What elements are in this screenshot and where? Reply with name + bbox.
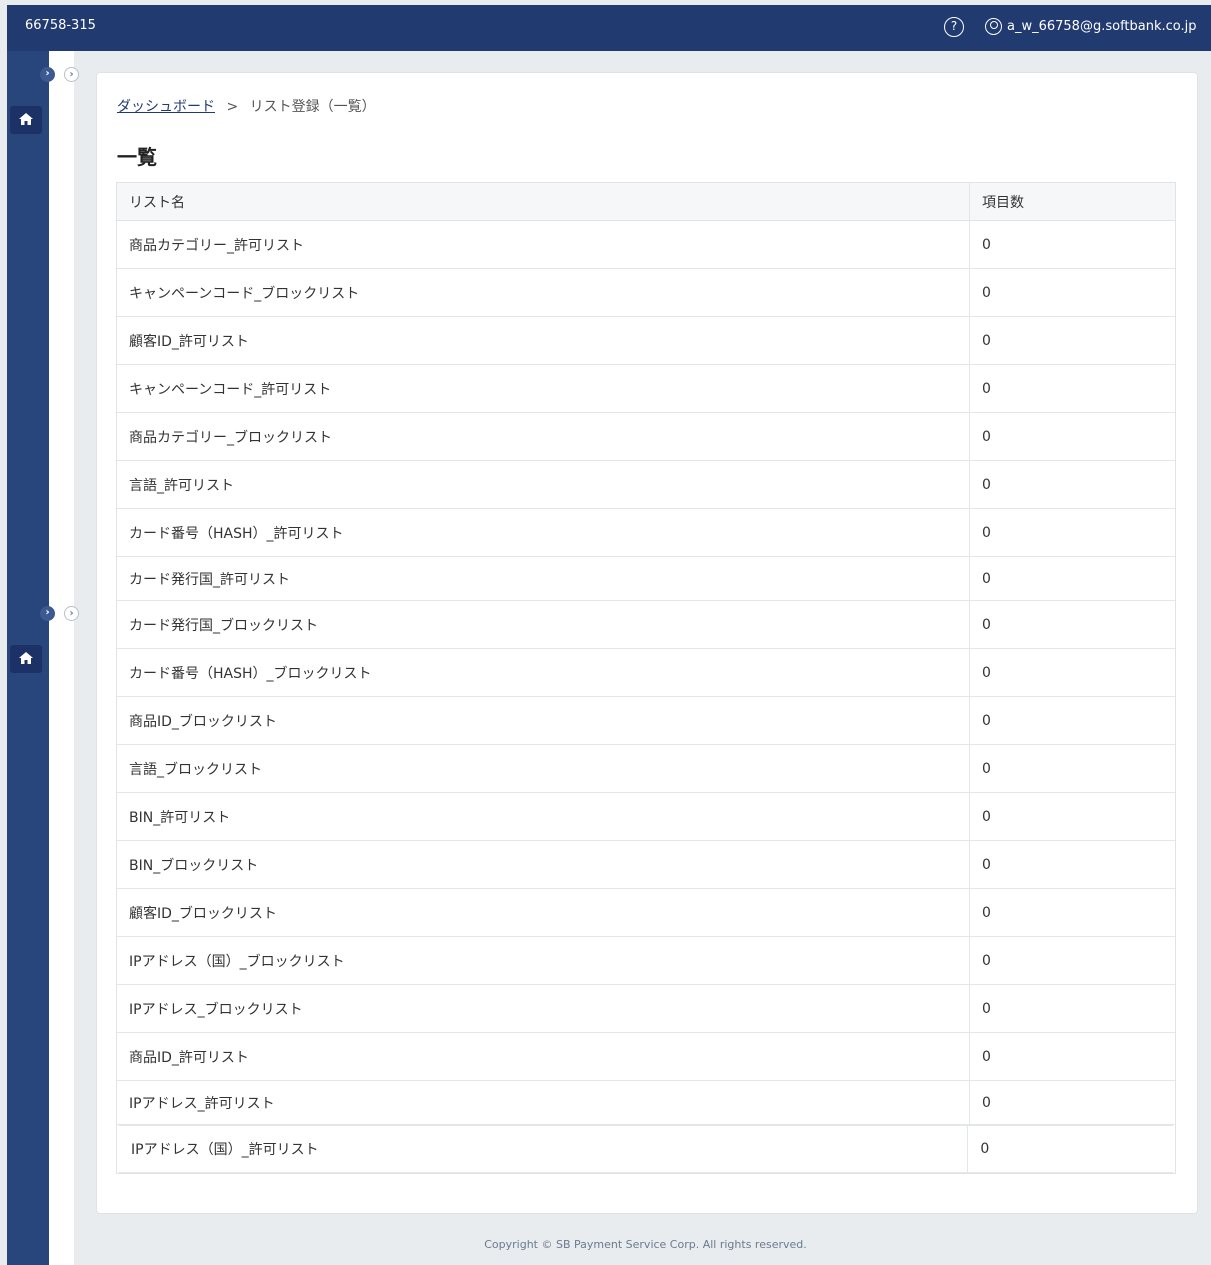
table-row[interactable]: BIN_許可リスト 0 <box>117 793 1175 841</box>
column-header-item-count: 項目数 <box>982 194 1024 211</box>
table-row[interactable]: カード番号（HASH）_ブロックリスト 0 <box>117 649 1175 697</box>
item-count-cell: 0 <box>982 952 991 969</box>
breadcrumb-separator: > <box>226 99 239 115</box>
help-icon[interactable]: ? <box>944 17 964 37</box>
table-row[interactable]: IPアドレス_許可リスト 0 <box>117 1081 1175 1125</box>
account-id: 66758-315 <box>25 18 96 33</box>
table-row[interactable]: 商品ID_許可リスト 0 <box>117 1033 1175 1081</box>
table-row[interactable]: キャンペーンコード_ブロックリスト 0 <box>117 269 1175 317</box>
table-row[interactable]: キャンペーンコード_許可リスト 0 <box>117 365 1175 413</box>
list-name-cell: IPアドレス_許可リスト <box>117 1081 970 1124</box>
item-count-cell: 0 <box>982 380 991 397</box>
table-row[interactable]: 言語_ブロックリスト 0 <box>117 745 1175 793</box>
item-count-cell: 0 <box>982 712 991 729</box>
list-name-cell: カード番号（HASH）_ブロックリスト <box>117 649 970 696</box>
table-row[interactable]: BIN_ブロックリスト 0 <box>117 841 1175 889</box>
table-row[interactable]: 商品カテゴリー_許可リスト 0 <box>117 221 1175 269</box>
table-row[interactable]: IPアドレス（国）_許可リスト 0 <box>119 1125 1173 1173</box>
sidebar-expand-icon[interactable]: › <box>40 606 55 621</box>
item-count-cell: 0 <box>982 904 991 921</box>
breadcrumb-dashboard-link[interactable]: ダッシュボード <box>117 99 215 115</box>
item-count-cell: 0 <box>982 476 991 493</box>
item-count-cell: 0 <box>982 236 991 253</box>
sidebar-gutter <box>49 51 74 1265</box>
top-bar: 66758-315 ? a_w_66758@g.softbank.co.jp <box>7 5 1211 51</box>
item-count-cell: 0 <box>982 1094 991 1111</box>
list-name-cell: キャンペーンコード_許可リスト <box>117 365 970 412</box>
item-count-cell: 0 <box>982 428 991 445</box>
table-row[interactable]: 顧客ID_ブロックリスト 0 <box>117 889 1175 937</box>
item-count-cell: 0 <box>982 1000 991 1017</box>
item-count-cell: 0 <box>982 284 991 301</box>
item-count-cell: 0 <box>980 1141 990 1157</box>
list-name-cell: 顧客ID_ブロックリスト <box>117 889 970 936</box>
list-name-cell: 顧客ID_許可リスト <box>117 317 970 364</box>
item-count-cell: 0 <box>982 664 991 681</box>
table-row[interactable]: カード発行国_許可リスト 0 <box>117 557 1175 601</box>
sidebar-expand-icon[interactable]: › <box>64 67 79 82</box>
item-count-cell: 0 <box>982 1048 991 1065</box>
page-title: 一覧 <box>117 145 157 169</box>
user-icon <box>985 18 1002 35</box>
table-row[interactable]: IPアドレス_ブロックリスト 0 <box>117 985 1175 1033</box>
home-button[interactable] <box>10 645 42 673</box>
list-name-cell: IPアドレス（国）_許可リスト <box>119 1126 969 1172</box>
list-name-cell: カード発行国_許可リスト <box>117 557 970 600</box>
list-name-cell: カード番号（HASH）_許可リスト <box>117 509 970 556</box>
item-count-cell: 0 <box>982 808 991 825</box>
home-button[interactable] <box>10 106 42 134</box>
list-name-cell: 商品ID_許可リスト <box>117 1033 970 1080</box>
column-header-list-name: リスト名 <box>117 183 970 220</box>
table-row[interactable]: 顧客ID_許可リスト 0 <box>117 317 1175 365</box>
list-name-cell: キャンペーンコード_ブロックリスト <box>117 269 970 316</box>
table-row[interactable]: IPアドレス（国）_ブロックリスト 0 <box>117 937 1175 985</box>
item-count-cell: 0 <box>982 616 991 633</box>
list-name-cell: 商品カテゴリー_ブロックリスト <box>117 413 970 460</box>
table-row[interactable]: カード発行国_ブロックリスト 0 <box>117 601 1175 649</box>
item-count-cell: 0 <box>982 570 991 587</box>
list-name-cell: 商品ID_ブロックリスト <box>117 697 970 744</box>
table-row[interactable]: 商品ID_ブロックリスト 0 <box>117 697 1175 745</box>
list-name-cell: 言語_ブロックリスト <box>117 745 970 792</box>
table-header-row: リスト名 項目数 <box>117 183 1175 221</box>
list-name-cell: IPアドレス_ブロックリスト <box>117 985 970 1032</box>
breadcrumb-current: リスト登録（一覧） <box>249 99 376 115</box>
footer-copyright: Copyright © SB Payment Service Corp. All… <box>484 1238 807 1251</box>
home-icon <box>19 113 33 125</box>
item-count-cell: 0 <box>982 856 991 873</box>
sidebar-expand-icon[interactable]: › <box>64 606 79 621</box>
sidebar-expand-icon[interactable]: › <box>40 67 55 82</box>
table-row[interactable]: 言語_許可リスト 0 <box>117 461 1175 509</box>
list-name-cell: カード発行国_ブロックリスト <box>117 601 970 648</box>
item-count-cell: 0 <box>982 332 991 349</box>
home-icon <box>19 652 33 664</box>
table-row[interactable]: カード番号（HASH）_許可リスト 0 <box>117 509 1175 557</box>
list-name-cell: BIN_許可リスト <box>117 793 970 840</box>
list-table: リスト名 項目数 商品カテゴリー_許可リスト 0 キャンペーンコード_ブロックリ… <box>116 182 1176 1174</box>
user-menu[interactable]: a_w_66758@g.softbank.co.jp <box>985 18 1197 35</box>
item-count-cell: 0 <box>982 524 991 541</box>
list-name-cell: 言語_許可リスト <box>117 461 970 508</box>
user-email: a_w_66758@g.softbank.co.jp <box>1007 19 1197 34</box>
list-name-cell: BIN_ブロックリスト <box>117 841 970 888</box>
table-row[interactable]: 商品カテゴリー_ブロックリスト 0 <box>117 413 1175 461</box>
list-name-cell: 商品カテゴリー_許可リスト <box>117 221 970 268</box>
breadcrumb: ダッシュボード > リスト登録（一覧） <box>117 96 376 116</box>
item-count-cell: 0 <box>982 760 991 777</box>
list-name-cell: IPアドレス（国）_ブロックリスト <box>117 937 970 984</box>
